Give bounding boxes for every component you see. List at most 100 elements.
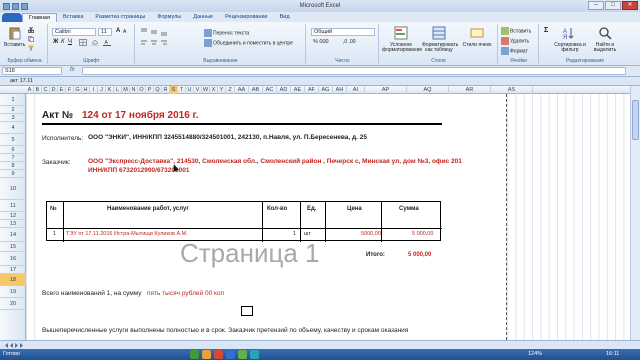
column-header-a[interactable]: A (26, 86, 34, 94)
selected-shape[interactable] (241, 306, 253, 316)
taskbar-word-icon[interactable] (226, 350, 235, 359)
row-header-15[interactable]: 15 (0, 242, 26, 252)
decimal-icon[interactable]: ,0 ,00 (343, 39, 356, 45)
column-header-r[interactable]: R (162, 86, 170, 94)
column-header-c[interactable]: C (42, 86, 50, 94)
column-header-as[interactable]: AS (491, 86, 533, 94)
bold-icon[interactable]: Ж (53, 39, 58, 45)
column-header-f[interactable]: F (66, 86, 74, 94)
column-header-ah[interactable]: AH (333, 86, 347, 94)
row-header-20[interactable]: 20 (0, 298, 26, 310)
taskbar-excel-icon[interactable] (190, 350, 199, 359)
find-select-button[interactable]: Найти и выделить (590, 43, 620, 53)
row-header-5[interactable]: 5 (0, 134, 26, 146)
maximize-button[interactable]: □ (605, 1, 621, 10)
column-header-ae[interactable]: AE (291, 86, 305, 94)
column-header-q[interactable]: Q (154, 86, 162, 94)
underline-icon[interactable]: Ч (68, 39, 72, 45)
cell-styles-icon[interactable] (470, 26, 484, 40)
tab-page-layout[interactable]: Разметка страницы (89, 13, 151, 22)
column-header-n[interactable]: N (130, 86, 138, 94)
row-header-12[interactable]: 12 (0, 212, 26, 220)
column-header-d[interactable]: D (50, 86, 58, 94)
column-header-p[interactable]: P (146, 86, 154, 94)
vertical-scrollbar[interactable] (630, 86, 640, 340)
minimize-button[interactable]: – (588, 1, 604, 10)
column-header-e[interactable]: E (58, 86, 66, 94)
conditional-format-icon[interactable] (394, 26, 408, 40)
wrap-text-button[interactable]: Перенос текста (204, 29, 249, 37)
format-table-icon[interactable] (432, 26, 446, 40)
tab-view[interactable]: Вид (274, 13, 296, 22)
shrink-font-icon[interactable]: A (123, 29, 126, 35)
worksheet-grid[interactable]: Акт № 124 от 17 ноября 2016 г. Исполните… (26, 94, 630, 340)
column-header-k[interactable]: K (106, 86, 114, 94)
insert-cells-button[interactable]: Вставить (501, 27, 531, 35)
font-name-select[interactable]: Calibri (52, 28, 96, 36)
tab-formulas[interactable]: Формулы (151, 13, 187, 22)
row-header-9[interactable]: 9 (0, 170, 26, 178)
scroll-thumb[interactable] (632, 100, 639, 140)
row-header-19[interactable]: 19 (0, 286, 26, 298)
row-header-6[interactable]: 6 (0, 146, 26, 154)
column-header-ag[interactable]: AG (319, 86, 333, 94)
grow-font-icon[interactable]: A (116, 28, 120, 34)
row-header-4[interactable]: 4 (0, 122, 26, 134)
column-header-t[interactable]: T (178, 86, 186, 94)
find-select-icon[interactable] (598, 26, 612, 40)
autosum-icon[interactable]: Σ (544, 27, 548, 34)
row-header-8[interactable]: 8 (0, 162, 26, 170)
borders-icon[interactable] (79, 39, 87, 46)
cut-icon[interactable] (28, 27, 34, 33)
column-header-aq[interactable]: AQ (407, 86, 449, 94)
column-header-l[interactable]: L (114, 86, 122, 94)
italic-icon[interactable]: К (61, 39, 65, 45)
row-header-14[interactable]: 14 (0, 228, 26, 242)
column-header-ai[interactable]: AI (347, 86, 365, 94)
tab-home[interactable]: Главная (22, 13, 57, 22)
tab-review[interactable]: Рецензирование (219, 13, 273, 22)
merge-center-button[interactable]: Объединить и поместить в центре (204, 39, 293, 47)
row-header-3[interactable]: 3 (0, 114, 26, 122)
format-painter-icon[interactable] (28, 45, 34, 51)
font-color-icon[interactable]: A (103, 39, 111, 46)
delete-cells-button[interactable]: Удалить (501, 37, 529, 45)
column-header-x[interactable]: X (210, 86, 218, 94)
column-header-g[interactable]: G (74, 86, 82, 94)
column-header-aa[interactable]: AA (235, 86, 249, 94)
column-header-u[interactable]: U (186, 86, 194, 94)
copy-icon[interactable] (28, 36, 34, 42)
font-size-select[interactable]: 11 (98, 28, 112, 36)
row-header-13[interactable]: 13 (0, 220, 26, 228)
column-header-o[interactable]: O (138, 86, 146, 94)
column-header-ad[interactable]: AD (277, 86, 291, 94)
column-header-ac[interactable]: AC (263, 86, 277, 94)
tab-data[interactable]: Данные (187, 13, 219, 22)
column-header-ap[interactable]: AP (365, 86, 407, 94)
format-table-button[interactable]: Форматировать как таблицу (422, 43, 458, 53)
conditional-format-button[interactable]: Условное форматирование (382, 43, 422, 53)
close-button[interactable]: ✕ (622, 1, 638, 10)
column-header-y[interactable]: Y (218, 86, 226, 94)
taskbar-folder-icon[interactable] (202, 350, 211, 359)
column-header-ab[interactable]: AB (249, 86, 263, 94)
row-header-1[interactable]: 1 (0, 94, 26, 106)
taskbar-media-icon[interactable] (250, 350, 259, 359)
column-header-af[interactable]: AF (305, 86, 319, 94)
name-box[interactable]: S18 (2, 67, 62, 75)
row-header-7[interactable]: 7 (0, 154, 26, 162)
row-header-17[interactable]: 17 (0, 266, 26, 274)
column-header-ar[interactable]: AR (449, 86, 491, 94)
fx-icon[interactable]: fx (70, 67, 75, 73)
vertical-align-icon[interactable] (140, 28, 170, 36)
zoom-level[interactable]: 124% (528, 349, 542, 360)
tab-insert[interactable]: Вставка (57, 13, 89, 22)
row-header-16[interactable]: 16 (0, 252, 26, 266)
cell-styles-button[interactable]: Стили ячеек (462, 43, 492, 48)
paste-button[interactable]: Вставить (4, 42, 25, 48)
column-header-m[interactable]: M (122, 86, 130, 94)
number-format-select[interactable]: Общий (311, 28, 375, 36)
taskbar-app-icon[interactable] (214, 350, 223, 359)
taskbar-chrome-icon[interactable] (238, 350, 247, 359)
formula-input[interactable] (82, 67, 626, 75)
